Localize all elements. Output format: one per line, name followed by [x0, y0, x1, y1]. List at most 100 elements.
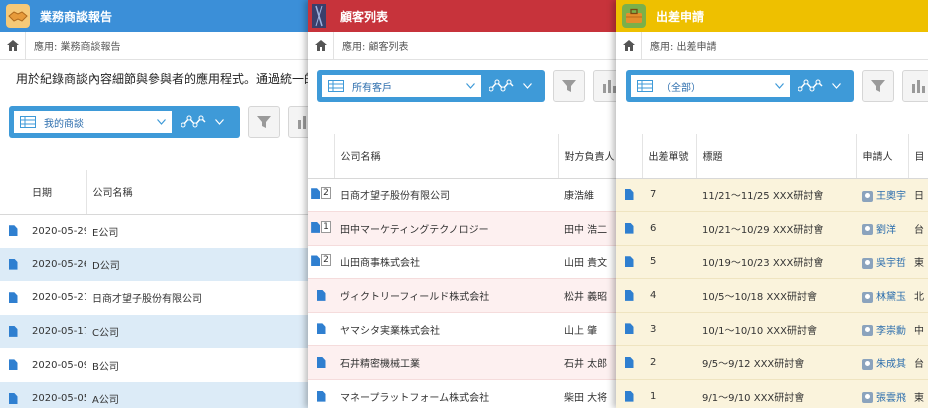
contact-count-icon[interactable]: 2	[311, 254, 331, 267]
table-row[interactable]: 2020-05-26 D公司	[0, 247, 316, 282]
table-row[interactable]: ヤマシタ実業株式会社 山上 肇	[308, 312, 624, 347]
table-row[interactable]: マネープラットフォーム株式会社 柴田 大将	[308, 379, 624, 408]
filter-button[interactable]	[248, 106, 280, 138]
filter-button[interactable]	[862, 70, 894, 102]
record-detail-icon[interactable]	[8, 325, 18, 337]
cell-destination: 東	[908, 245, 928, 280]
record-detail-icon[interactable]	[624, 357, 634, 369]
column-header[interactable]: 申請人	[855, 134, 908, 179]
view-selector[interactable]: （全部）	[626, 70, 854, 102]
table-row[interactable]: 4 10/5～10/18 XXX研討會 林黛玉 北	[616, 278, 928, 313]
cell-applicant[interactable]: 張雲飛	[856, 379, 908, 408]
record-detail-icon[interactable]	[316, 357, 326, 369]
cell-destination: 東	[908, 379, 928, 408]
view-dropdown[interactable]: 所有客戶	[322, 75, 481, 97]
cell-contact: 山上 肇	[558, 312, 624, 347]
cell-company: D公司	[86, 247, 316, 282]
record-detail-icon[interactable]	[316, 323, 326, 335]
list-view-icon	[20, 116, 36, 128]
breadcrumb: 應用: 顧客列表	[308, 31, 624, 60]
cell-applicant[interactable]: 朱成其	[856, 345, 908, 381]
cell-applicant[interactable]: 林黛玉	[856, 278, 908, 313]
record-detail-icon[interactable]	[316, 390, 326, 402]
cell-title: 10/19～10/23 XXX研討會	[696, 245, 856, 280]
cell-applicant[interactable]: 劉洋	[856, 211, 908, 246]
table-row[interactable]: 石井精密機械工業 石井 太郎	[308, 345, 624, 381]
graph-button[interactable]	[902, 70, 928, 102]
home-icon[interactable]	[616, 31, 642, 60]
table-row[interactable]: 2020-05-21 日商才望子股份有限公司	[0, 281, 316, 315]
cell-applicant[interactable]: 吳宇哲	[856, 245, 908, 280]
record-detail-icon[interactable]	[624, 289, 634, 301]
view-toolbar: 所有客戶	[317, 68, 624, 104]
table-row[interactable]: 2 9/5～9/12 XXX研討會 朱成其 台	[616, 345, 928, 381]
table-row[interactable]: 2020-05-29 E公司	[0, 214, 316, 248]
table-row[interactable]: ヴィクトリーフィールド株式会社 松井 義昭	[308, 278, 624, 313]
user-avatar-icon	[862, 190, 873, 202]
view-selector[interactable]: 所有客戶	[317, 70, 545, 102]
record-detail-icon[interactable]	[8, 359, 18, 371]
bar-chart-icon	[603, 80, 616, 93]
table-row[interactable]: 2020-05-17 C公司	[0, 314, 316, 349]
cell-date: 2020-05-17	[26, 314, 86, 349]
cell-applicant[interactable]: 李崇勳	[856, 312, 908, 347]
record-detail-icon[interactable]	[624, 390, 634, 402]
record-detail-icon[interactable]	[624, 189, 634, 201]
column-header[interactable]: 對方負責人	[557, 134, 624, 179]
column-header[interactable]: 目	[907, 134, 928, 179]
record-detail-icon[interactable]	[8, 258, 18, 270]
record-detail-icon[interactable]	[624, 323, 634, 335]
record-detail-icon[interactable]	[316, 289, 326, 301]
contact-count-icon[interactable]: 2	[311, 187, 331, 200]
home-icon[interactable]	[308, 31, 334, 60]
column-header[interactable]: 標題	[695, 134, 856, 179]
cell-company: マネープラットフォーム株式会社	[334, 379, 558, 408]
breadcrumb-text[interactable]: 應用: 業務商談報告	[34, 38, 121, 53]
view-dropdown[interactable]: 我的商談	[14, 111, 172, 133]
filter-icon	[562, 80, 576, 92]
table-row[interactable]: 2 山田商事株式会社 山田 貴文	[308, 245, 624, 280]
table-row[interactable]: 1 田中マーケティングテクノロジー 田中 浩二	[308, 211, 624, 246]
column-header[interactable]: 公司名稱	[333, 134, 558, 179]
cell-contact: 松井 義昭	[558, 278, 624, 313]
cell-company: 日商才望子股份有限公司	[86, 281, 316, 315]
table-row[interactable]: 3 10/1～10/10 XXX研討會 李崇勳 中	[616, 312, 928, 347]
chevron-down-icon	[774, 83, 784, 89]
cell-date: 2020-05-21	[26, 281, 86, 315]
table-row[interactable]: 2020-05-05 A公司	[0, 381, 316, 408]
record-detail-icon[interactable]	[624, 222, 634, 234]
view-selector[interactable]: 我的商談	[9, 106, 240, 138]
view-dropdown[interactable]: （全部）	[631, 75, 790, 97]
column-header[interactable]: 出差單號	[641, 134, 696, 179]
filter-button[interactable]	[553, 70, 585, 102]
record-detail-icon[interactable]	[8, 225, 18, 237]
cell-destination: 中	[908, 312, 928, 347]
home-icon[interactable]	[0, 31, 26, 60]
app-header: 出差申請	[616, 0, 928, 32]
record-detail-icon[interactable]	[8, 292, 18, 304]
graph-selector[interactable]	[172, 115, 232, 129]
table-row[interactable]: 2020-05-09 B公司	[0, 348, 316, 382]
record-detail-icon[interactable]	[624, 256, 634, 268]
view-toolbar: （全部）	[626, 68, 928, 104]
column-header[interactable]: 日期	[26, 170, 86, 215]
record-table: 公司名稱 對方負責人 2 日商才望子股份有限公司 康浩維 1 田中マーケティング…	[308, 134, 624, 408]
graph-selector[interactable]	[481, 79, 540, 93]
cell-applicant[interactable]: 王奧宇	[856, 178, 908, 213]
view-label: 我的商談	[44, 118, 84, 130]
table-row[interactable]: 6 10/21～10/29 XXX研討會 劉洋 台	[616, 211, 928, 246]
table-row[interactable]: 2 日商才望子股份有限公司 康浩維	[308, 178, 624, 213]
cell-request-no: 6	[642, 211, 696, 246]
cell-company: B公司	[86, 348, 316, 382]
chevron-down-icon	[214, 119, 224, 125]
breadcrumb-text[interactable]: 應用: 出差申請	[650, 38, 717, 53]
table-row[interactable]: 5 10/19～10/23 XXX研討會 吳宇哲 東	[616, 245, 928, 280]
view-toolbar: 我的商談	[9, 104, 316, 140]
column-header[interactable]: 公司名稱	[85, 170, 316, 215]
table-row[interactable]: 1 9/1～9/10 XXX研討會 張雲飛 東	[616, 379, 928, 408]
record-detail-icon[interactable]	[8, 393, 18, 405]
contact-count-icon[interactable]: 1	[311, 220, 331, 233]
graph-selector[interactable]	[790, 79, 849, 93]
breadcrumb-text[interactable]: 應用: 顧客列表	[342, 38, 409, 53]
table-row[interactable]: 7 11/21～11/25 XXX研討會 王奧宇 日	[616, 178, 928, 213]
